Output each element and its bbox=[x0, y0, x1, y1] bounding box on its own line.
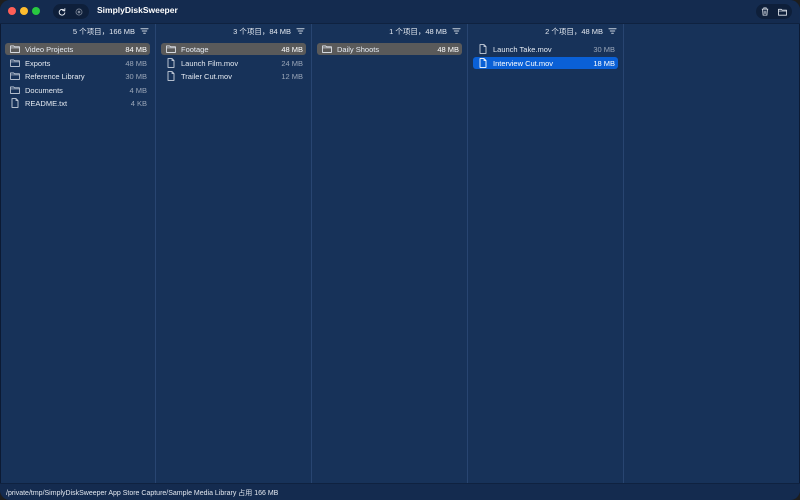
item-name: Reference Library bbox=[25, 71, 85, 81]
folder-icon bbox=[10, 86, 20, 94]
folder-icon bbox=[322, 45, 332, 53]
status-bar: /private/tmp/SimplyDiskSweeper App Store… bbox=[0, 483, 800, 500]
item-size: 18 MB bbox=[593, 58, 615, 68]
title-bar: SimplyDiskSweeper bbox=[0, 0, 800, 24]
toolbar-button-group bbox=[53, 4, 89, 19]
item-name: Trailer Cut.mov bbox=[181, 71, 232, 81]
item-name: Footage bbox=[181, 44, 209, 54]
list-item[interactable]: Trailer Cut.mov 12 MB bbox=[161, 70, 306, 82]
column-1: 5 个项目，166 MB Video Projects 84 MB Export… bbox=[0, 24, 156, 483]
file-icon bbox=[479, 58, 487, 68]
stop-button[interactable] bbox=[72, 5, 86, 18]
item-size: 48 MB bbox=[125, 58, 147, 68]
column-header: 5 个项目，166 MB bbox=[0, 24, 155, 38]
folder-icon bbox=[10, 59, 20, 67]
item-size: 48 MB bbox=[281, 44, 303, 54]
list-item[interactable]: Daily Shoots 48 MB bbox=[317, 43, 462, 55]
list-item[interactable]: Interview Cut.mov 18 MB bbox=[473, 57, 618, 69]
status-path: /private/tmp/SimplyDiskSweeper App Store… bbox=[6, 490, 279, 497]
list-item[interactable]: Launch Film.mov 24 MB bbox=[161, 57, 306, 69]
item-size: 30 MB bbox=[593, 44, 615, 54]
folder-icon bbox=[777, 8, 787, 16]
item-name: Interview Cut.mov bbox=[493, 58, 554, 68]
folder-icon bbox=[166, 45, 176, 53]
item-size: 24 MB bbox=[281, 58, 303, 68]
item-name: Documents bbox=[25, 85, 63, 95]
item-name: Launch Take.mov bbox=[493, 44, 552, 54]
column-3: 1 个项目，48 MB Daily Shoots 48 MB bbox=[312, 24, 468, 483]
file-icon bbox=[167, 58, 175, 68]
open-folder-button[interactable] bbox=[775, 5, 789, 18]
sort-icon[interactable] bbox=[452, 27, 461, 35]
file-icon bbox=[167, 71, 175, 81]
column-summary: 5 个项目，166 MB bbox=[72, 27, 135, 36]
app-window: SimplyDiskSweeper 5 个项目，166 MB Video Pro… bbox=[0, 0, 800, 500]
item-size: 4 MB bbox=[129, 85, 147, 95]
list-item[interactable]: Documents 4 MB bbox=[5, 84, 150, 96]
refresh-icon bbox=[58, 7, 66, 16]
app-title: SimplyDiskSweeper bbox=[97, 5, 178, 15]
minimize-window-button[interactable] bbox=[20, 7, 28, 15]
item-size: 4 KB bbox=[130, 98, 147, 108]
column-summary: 2 个项目，48 MB bbox=[545, 27, 603, 36]
column-header: 2 个项目，48 MB bbox=[468, 24, 623, 38]
item-name: Launch Film.mov bbox=[181, 58, 239, 68]
column-header: 3 个项目，84 MB bbox=[156, 24, 311, 38]
trash-icon bbox=[761, 7, 769, 16]
close-window-button[interactable] bbox=[8, 7, 16, 15]
folder-icon bbox=[10, 72, 20, 80]
column-4: 2 个项目，48 MB Launch Take.mov 30 MB Interv… bbox=[468, 24, 624, 483]
folder-icon bbox=[10, 45, 20, 53]
item-name: Exports bbox=[25, 58, 51, 68]
list-item[interactable]: Video Projects 84 MB bbox=[5, 43, 150, 55]
sort-icon[interactable] bbox=[140, 27, 149, 35]
sort-icon[interactable] bbox=[296, 27, 305, 35]
right-toolbar-group bbox=[756, 4, 792, 19]
trash-button[interactable] bbox=[758, 5, 772, 18]
list-item[interactable]: Footage 48 MB bbox=[161, 43, 306, 55]
zoom-window-button[interactable] bbox=[32, 7, 40, 15]
item-size: 30 MB bbox=[125, 71, 147, 81]
column-browser: 5 个项目，166 MB Video Projects 84 MB Export… bbox=[0, 24, 800, 483]
column-2: 3 个项目，84 MB Footage 48 MB Launch Film.mo… bbox=[156, 24, 312, 483]
column-summary: 1 个项目，48 MB bbox=[389, 27, 447, 36]
refresh-button[interactable] bbox=[55, 5, 69, 18]
sort-icon[interactable] bbox=[608, 27, 617, 35]
item-name: Daily Shoots bbox=[337, 44, 380, 54]
column-header: 1 个项目，48 MB bbox=[312, 24, 467, 38]
column-summary: 3 个项目，84 MB bbox=[233, 27, 291, 36]
item-name: README.txt bbox=[25, 98, 68, 108]
column-5 bbox=[624, 24, 799, 483]
list-item[interactable]: README.txt 4 KB bbox=[5, 97, 150, 109]
item-name: Video Projects bbox=[25, 44, 74, 54]
list-item[interactable]: Launch Take.mov 30 MB bbox=[473, 43, 618, 55]
list-item[interactable]: Exports 48 MB bbox=[5, 57, 150, 69]
item-size: 48 MB bbox=[437, 44, 459, 54]
item-size: 84 MB bbox=[125, 44, 147, 54]
item-size: 12 MB bbox=[281, 71, 303, 81]
file-icon bbox=[479, 44, 487, 54]
list-item[interactable]: Reference Library 30 MB bbox=[5, 70, 150, 82]
stop-icon bbox=[75, 8, 83, 15]
file-icon bbox=[11, 98, 19, 108]
